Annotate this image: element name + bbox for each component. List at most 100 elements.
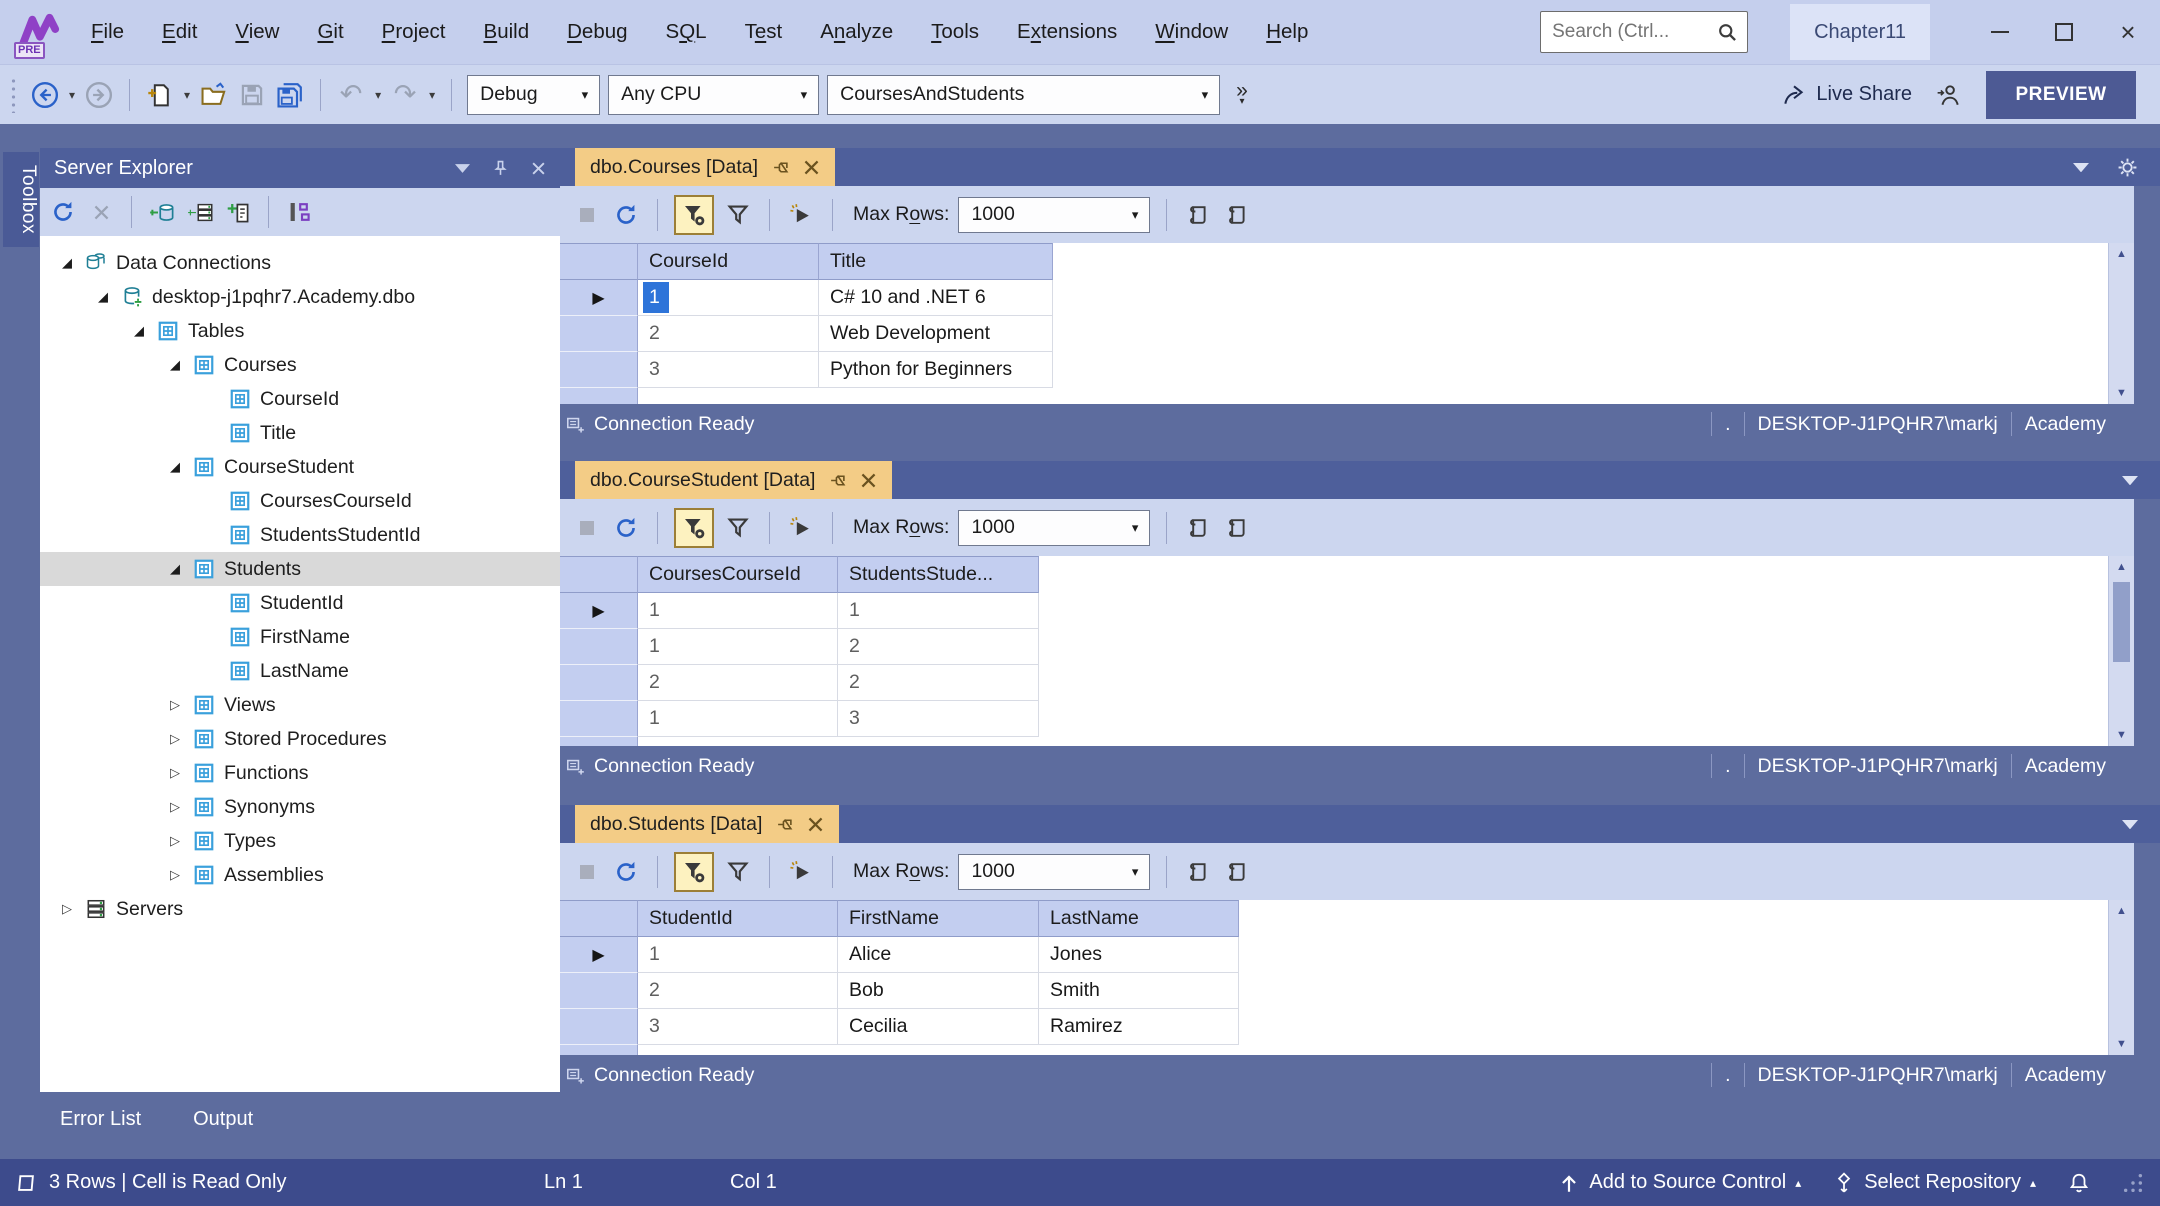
refresh-button[interactable] xyxy=(611,513,641,543)
tree-item-views[interactable]: ▷Views xyxy=(40,688,560,722)
live-share-button[interactable]: Live Share xyxy=(1781,82,1912,108)
row-selector[interactable] xyxy=(560,352,638,388)
preview-button[interactable]: PREVIEW xyxy=(1986,71,2136,119)
tree-item-coursestudent[interactable]: ◢CourseStudent xyxy=(40,450,560,484)
script-changes-to-file-button[interactable] xyxy=(1222,513,1252,543)
statusbar-column-number[interactable]: Col 1 xyxy=(730,1171,777,1194)
pin-icon[interactable] xyxy=(829,472,846,489)
redo-dropdown-icon[interactable]: ▾ xyxy=(429,88,435,102)
undo-dropdown-icon[interactable]: ▾ xyxy=(375,88,381,102)
tree-item-data-connections[interactable]: ◢Data Connections xyxy=(40,246,560,280)
filter-button[interactable] xyxy=(723,513,753,543)
close-tab-icon[interactable] xyxy=(860,472,877,489)
tree-item-studentsstudentid[interactable]: StudentsStudentId xyxy=(40,518,560,552)
grid-cell[interactable]: Smith xyxy=(1039,973,1239,1009)
menu-sql[interactable]: SQL xyxy=(647,0,726,64)
tree-item-coursescourseid[interactable]: CoursesCourseId xyxy=(40,484,560,518)
navigate-back-button[interactable] xyxy=(30,80,60,110)
menu-tools[interactable]: Tools xyxy=(912,0,998,64)
tree-collapsed-arrow-icon[interactable]: ▷ xyxy=(157,697,193,713)
scrollbar-thumb[interactable] xyxy=(2113,582,2130,662)
pin-icon[interactable] xyxy=(772,159,789,176)
vertical-scrollbar[interactable]: ▲▼ xyxy=(2108,556,2134,746)
filter-button[interactable] xyxy=(723,200,753,230)
run-script-button[interactable] xyxy=(786,857,816,887)
scroll-up-icon[interactable]: ▲ xyxy=(2109,905,2134,917)
search-input[interactable] xyxy=(1552,21,1710,43)
run-script-button[interactable] xyxy=(786,200,816,230)
refresh-button[interactable] xyxy=(48,197,78,227)
grid-cell[interactable]: Ramirez xyxy=(1039,1009,1239,1045)
stop-button[interactable] xyxy=(572,513,602,543)
grid-cell[interactable]: 2 xyxy=(838,665,1039,701)
row-selector-header[interactable] xyxy=(560,900,638,937)
tree-collapsed-arrow-icon[interactable]: ▷ xyxy=(157,765,193,781)
new-row[interactable] xyxy=(560,388,2134,404)
refresh-button[interactable] xyxy=(611,857,641,887)
scroll-down-icon[interactable]: ▼ xyxy=(2109,387,2134,399)
row-selector[interactable]: ▶ xyxy=(560,593,638,629)
column-header-courseid[interactable]: CourseId xyxy=(638,243,819,280)
menu-build[interactable]: Build xyxy=(465,0,549,64)
tree-expanded-arrow-icon[interactable]: ◢ xyxy=(49,255,85,271)
tree-item-courses[interactable]: ◢Courses xyxy=(40,348,560,382)
tree-item-lastname[interactable]: LastName xyxy=(40,654,560,688)
max-rows-select[interactable]: 1000▾ xyxy=(958,510,1150,546)
maximize-button[interactable] xyxy=(2032,0,2096,64)
new-project-dropdown-icon[interactable]: ▾ xyxy=(184,88,190,102)
row-selector[interactable] xyxy=(560,973,638,1009)
grid-cell[interactable]: 1 xyxy=(838,593,1039,629)
solution-platform-select[interactable]: Any CPU▾ xyxy=(608,75,819,115)
grid-cell[interactable]: 3 xyxy=(638,1009,838,1045)
column-header-lastname[interactable]: LastName xyxy=(1039,900,1239,937)
close-button[interactable]: × xyxy=(2096,0,2160,64)
max-rows-select[interactable]: 1000▾ xyxy=(958,854,1150,890)
remove-filter-button[interactable] xyxy=(674,195,714,235)
refresh-button[interactable] xyxy=(611,200,641,230)
back-dropdown-icon[interactable]: ▾ xyxy=(69,88,75,102)
tree-expanded-arrow-icon[interactable]: ◢ xyxy=(157,561,193,577)
column-header-coursescourseid[interactable]: CoursesCourseId xyxy=(638,556,838,593)
max-rows-select[interactable]: 1000▾ xyxy=(958,197,1150,233)
window-position-chevron-icon[interactable] xyxy=(455,161,470,176)
tree-item-firstname[interactable]: FirstName xyxy=(40,620,560,654)
tree-item-title[interactable]: Title xyxy=(40,416,560,450)
script-changes-button[interactable] xyxy=(1183,200,1213,230)
grid-cell[interactable]: Python for Beginners xyxy=(819,352,1053,388)
tab-dbo-coursestudent-data[interactable]: dbo.CourseStudent [Data] xyxy=(575,461,892,499)
sign-in-person-icon[interactable] xyxy=(1936,82,1962,108)
open-file-button[interactable] xyxy=(199,80,229,110)
menu-window[interactable]: Window xyxy=(1136,0,1247,64)
add-to-source-control-button[interactable]: Add to Source Control ▴ xyxy=(1558,1171,1801,1194)
grid-cell[interactable]: Web Development xyxy=(819,316,1053,352)
column-header-studentid[interactable]: StudentId xyxy=(638,900,838,937)
column-header-title[interactable]: Title xyxy=(819,243,1053,280)
navigate-forward-button[interactable] xyxy=(84,80,114,110)
tree-expanded-arrow-icon[interactable]: ◢ xyxy=(157,459,193,475)
startup-project-select[interactable]: CoursesAndStudents▾ xyxy=(827,75,1220,115)
solution-configuration-select[interactable]: Debug▾ xyxy=(467,75,600,115)
toolbar-grip[interactable] xyxy=(10,77,17,113)
document-list-chevron-icon[interactable] xyxy=(2122,472,2138,488)
grid-cell[interactable]: Cecilia xyxy=(838,1009,1039,1045)
column-header-studentsstude[interactable]: StudentsStude... xyxy=(838,556,1039,593)
vertical-scrollbar[interactable]: ▲▼ xyxy=(2108,900,2134,1055)
new-row[interactable] xyxy=(560,737,2134,746)
minimize-button[interactable] xyxy=(1968,0,2032,64)
error-list-tab[interactable]: Error List xyxy=(60,1108,141,1131)
gear-icon[interactable] xyxy=(2117,157,2138,178)
document-list-chevron-icon[interactable] xyxy=(2073,159,2089,175)
grid-cell[interactable]: Alice xyxy=(838,937,1039,973)
script-changes-button[interactable] xyxy=(1183,513,1213,543)
save-all-button[interactable] xyxy=(275,80,305,110)
scroll-down-icon[interactable]: ▼ xyxy=(2109,1038,2134,1050)
script-changes-to-file-button[interactable] xyxy=(1222,857,1252,887)
row-selector[interactable]: ▶ xyxy=(560,280,638,316)
resize-grip-icon[interactable] xyxy=(2122,1172,2144,1194)
menu-help[interactable]: Help xyxy=(1247,0,1327,64)
grid-cell[interactable]: 2 xyxy=(638,973,838,1009)
tree-expanded-arrow-icon[interactable]: ◢ xyxy=(121,323,157,339)
grid-cell[interactable]: 2 xyxy=(838,629,1039,665)
scroll-up-icon[interactable]: ▲ xyxy=(2109,561,2134,573)
stop-refresh-button[interactable] xyxy=(86,197,116,227)
